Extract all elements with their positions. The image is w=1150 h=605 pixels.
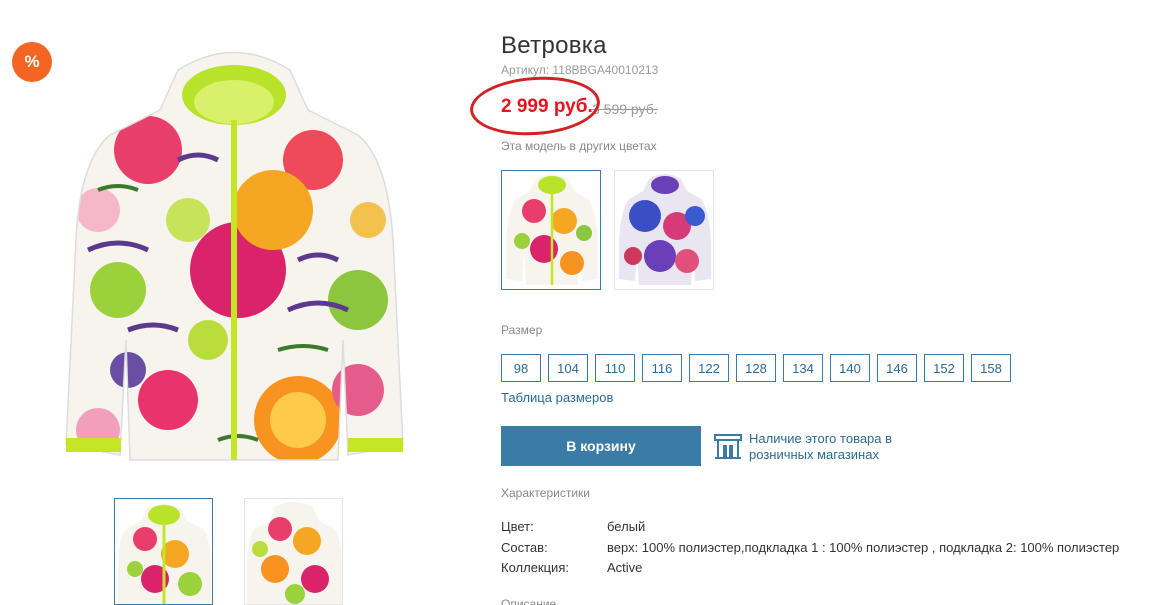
product-thumbnail-front[interactable] xyxy=(114,498,213,605)
description-label: Описание xyxy=(501,597,557,605)
add-to-cart-button[interactable]: В корзину xyxy=(501,426,701,466)
size-option[interactable]: 146 xyxy=(877,354,917,382)
characteristics-label: Характеристики xyxy=(501,486,590,500)
product-thumbnail-back[interactable] xyxy=(244,498,343,605)
size-option[interactable]: 128 xyxy=(736,354,776,382)
size-option[interactable]: 134 xyxy=(783,354,823,382)
size-selector: 98 104 110 116 122 128 134 140 146 152 1… xyxy=(501,354,1011,382)
size-option[interactable]: 110 xyxy=(595,354,635,382)
store-icon[interactable] xyxy=(714,434,742,460)
discount-badge: % xyxy=(12,42,52,82)
product-main-image[interactable] xyxy=(58,40,410,480)
spec-key: Состав: xyxy=(501,540,548,555)
size-option[interactable]: 116 xyxy=(642,354,682,382)
product-sku: Артикул: 118BBGA40010213 xyxy=(501,63,659,77)
spec-value: верх: 100% полиэстер,подкладка 1 : 100% … xyxy=(607,540,1120,555)
spec-value: белый xyxy=(607,519,646,534)
size-option[interactable]: 122 xyxy=(689,354,729,382)
store-availability-link[interactable]: Наличие этого товара в розничных магазин… xyxy=(749,431,929,463)
size-option[interactable]: 140 xyxy=(830,354,870,382)
old-price: 3 599 руб. xyxy=(592,101,658,117)
size-option[interactable]: 104 xyxy=(548,354,588,382)
size-option[interactable]: 152 xyxy=(924,354,964,382)
size-option[interactable]: 158 xyxy=(971,354,1011,382)
spec-row-composition: Состав: верх: 100% полиэстер,подкладка 1 … xyxy=(501,540,1119,555)
spec-key: Коллекция: xyxy=(501,560,569,575)
spec-row-collection: Коллекция: Active xyxy=(501,560,642,575)
size-option[interactable]: 98 xyxy=(501,354,541,382)
other-colors-label: Эта модель в других цветах xyxy=(501,139,657,153)
size-label: Размер xyxy=(501,323,543,337)
spec-value: Active xyxy=(607,560,643,575)
spec-row-color: Цвет: белый xyxy=(501,519,645,534)
spec-key: Цвет: xyxy=(501,519,534,534)
color-option-blue[interactable] xyxy=(614,170,714,290)
color-option-white[interactable] xyxy=(501,170,601,290)
price-highlight-circle xyxy=(468,72,602,140)
size-table-link[interactable]: Таблица размеров xyxy=(501,390,613,405)
product-title: Ветровка xyxy=(501,32,607,59)
